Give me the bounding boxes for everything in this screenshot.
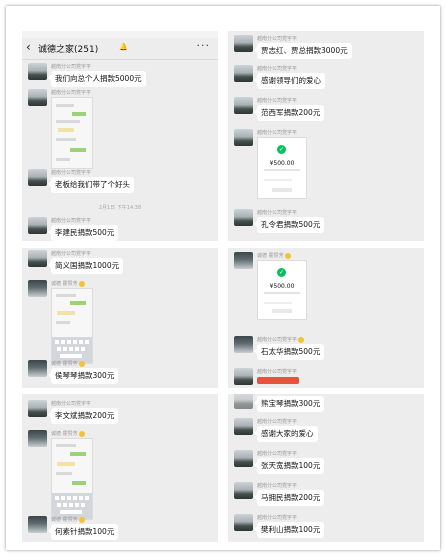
message-bubble[interactable]: 熊宝琴捐款300元 [253, 396, 325, 412]
chat-panel-4: 诚德 霍赞芳 ✓ ¥500.00 越南分公司党宇平 石太华捐款500元 越南分公… [228, 248, 424, 388]
sender-name: 越南分公司党宇平 [257, 369, 298, 375]
payment-amount: ¥500.00 [269, 160, 295, 167]
avatar[interactable] [28, 516, 47, 533]
smile-emoji-icon [284, 252, 291, 259]
message-bubble[interactable]: 贾志红、贾总捐款3000元 [254, 43, 352, 59]
sender-name: 诚德 霍赞芳 [51, 516, 85, 523]
check-icon: ✓ [277, 268, 286, 277]
screenshot-image[interactable] [51, 438, 93, 520]
avatar[interactable] [28, 250, 47, 267]
group-title: 诚德之家(251) [38, 45, 99, 55]
avatar[interactable] [234, 394, 253, 409]
sender-name: 诚德 霍赞芳 [51, 280, 85, 287]
avatar[interactable] [28, 89, 47, 106]
avatar[interactable] [28, 400, 47, 417]
avatar[interactable] [234, 252, 253, 269]
avatar[interactable] [28, 280, 47, 297]
payment-receipt-image[interactable]: ✓ ¥500.00 [257, 137, 307, 199]
sender-name: 越南分公司党宇平 [51, 170, 92, 176]
smile-emoji-icon [78, 280, 85, 287]
message-bubble[interactable]: 石太华捐款500元 [253, 344, 325, 360]
chat-panel-5: 越南分公司党宇平 李文斌捐款200元 诚德 霍赞芳 诚德 霍赞芳 何素针捐款10… [22, 394, 218, 542]
message-bubble[interactable]: 感谢领导们的爱心 [254, 73, 325, 89]
red-packet[interactable] [257, 377, 299, 384]
sender-name: 诚德 霍赞芳 [51, 430, 85, 437]
payment-receipt-image[interactable]: ✓ ¥500.00 [257, 260, 307, 320]
mute-bell-icon: 🔔 [119, 43, 128, 51]
message-bubble[interactable]: 侯琴琴捐款300元 [47, 368, 119, 384]
smile-emoji-icon [78, 360, 85, 367]
smile-emoji-icon [298, 336, 305, 343]
message-bubble[interactable]: 感谢大家的爱心 [254, 426, 318, 442]
message-bubble[interactable]: 我们向总个人捐款5000元 [48, 71, 146, 87]
sender-name: 越南分公司党宇平 [257, 130, 298, 136]
avatar[interactable] [28, 63, 47, 80]
avatar[interactable] [234, 418, 253, 435]
message-bubble[interactable]: 张天宽捐款100元 [253, 458, 325, 474]
message-bubble[interactable]: 简义国捐款1000元 [47, 258, 124, 274]
sender-name: 越南分公司党宇平 [257, 483, 298, 489]
avatar[interactable] [234, 65, 253, 82]
sender-name: 越南分公司党宇平 [257, 98, 298, 104]
avatar[interactable] [28, 217, 47, 234]
chat-panel-2: 越南分公司党宇平 贾志红、贾总捐款3000元 越南分公司党宇平 感谢领导们的爱心… [228, 31, 424, 241]
back-arrow-icon[interactable]: ‹ [26, 40, 31, 54]
sender-name: 越南分公司党宇平 [51, 401, 92, 407]
sender-name: 越南分公司党宇平 [51, 64, 92, 70]
avatar[interactable] [234, 514, 253, 531]
screenshot-image[interactable] [51, 97, 93, 169]
payment-amount: ¥500.00 [269, 283, 295, 290]
avatar[interactable] [234, 450, 253, 467]
avatar[interactable] [234, 209, 253, 226]
smile-emoji-icon [78, 430, 85, 437]
message-bubble[interactable]: 孔令君捐款500元 [253, 217, 325, 233]
chat-header: ‹ 诚德之家(251) 🔔 ··· [22, 31, 218, 60]
message-bubble[interactable]: 李文斌捐款200元 [47, 408, 119, 424]
check-icon: ✓ [277, 145, 286, 154]
sender-name: 越南分公司党宇平 [257, 66, 298, 72]
chat-panel-3: 越南分公司党宇平 简义国捐款1000元 诚德 霍赞芳 诚德 霍赞芳 侯琴琴捐款3… [22, 248, 218, 388]
timestamp: 2月1日 下午14:38 [98, 205, 142, 211]
avatar[interactable] [234, 35, 253, 52]
sender-name: 越南分公司党宇平 [257, 210, 298, 216]
message-bubble[interactable]: 老板给我们带了个好头 [48, 177, 134, 193]
message-bubble[interactable]: 马拥民捐款200元 [253, 490, 325, 506]
sender-name: 诚德 霍赞芳 [51, 360, 85, 367]
avatar[interactable] [234, 482, 253, 499]
message-bubble[interactable]: 樊利山捐款100元 [253, 522, 325, 538]
avatar[interactable] [234, 97, 253, 114]
sender-name: 诚德 霍赞芳 [257, 252, 291, 259]
avatar[interactable] [28, 360, 47, 377]
smile-emoji-icon [78, 516, 85, 523]
collage-frame: ‹ 诚德之家(251) 🔔 ··· 越南分公司党宇平 我们向总个人捐款5000元… [6, 6, 440, 550]
avatar[interactable] [28, 169, 47, 186]
screenshot-image[interactable] [51, 288, 93, 364]
avatar[interactable] [234, 336, 253, 353]
sender-name: 越南分公司党宇平 [257, 419, 298, 425]
more-options-icon[interactable]: ··· [197, 39, 211, 52]
sender-name: 越南分公司党宇平 [257, 36, 298, 42]
message-bubble[interactable]: 范西军捐款200元 [253, 105, 325, 121]
sender-name: 越南分公司党宇平 [51, 218, 92, 224]
sender-name: 越南分公司党宇平 [257, 336, 305, 343]
sender-name: 越南分公司党宇平 [51, 251, 92, 257]
sender-name: 越南分公司党宇平 [257, 451, 298, 457]
chat-panel-6: 熊宝琴捐款300元 越南分公司党宇平 感谢大家的爱心 越南分公司党宇平 张天宽捐… [228, 394, 424, 542]
avatar[interactable] [234, 129, 253, 146]
status-bar [22, 31, 218, 38]
sender-name: 越南分公司党宇平 [257, 515, 298, 521]
message-bubble[interactable]: 何素针捐款100元 [47, 524, 119, 540]
message-bubble[interactable]: 李建民捐款500元 [47, 225, 119, 241]
sender-name: 越南分公司党宇平 [51, 90, 92, 96]
avatar[interactable] [234, 368, 253, 385]
chat-panel-1: ‹ 诚德之家(251) 🔔 ··· 越南分公司党宇平 我们向总个人捐款5000元… [22, 31, 218, 241]
avatar[interactable] [28, 430, 47, 447]
